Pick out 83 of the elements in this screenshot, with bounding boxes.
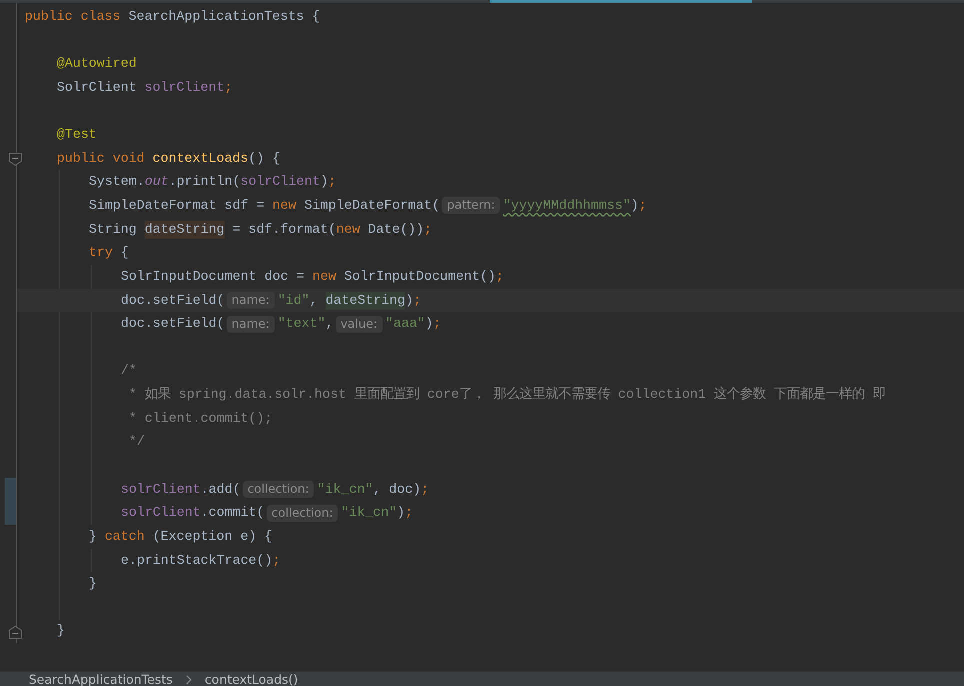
code-text: .add( [200, 480, 241, 499]
code-text: , [310, 292, 318, 310]
code-text: { [272, 150, 280, 168]
code-text: doc) [389, 480, 422, 499]
code-text: ) [630, 196, 639, 215]
code-text: ) [425, 315, 434, 334]
code-keyword: new [272, 196, 296, 215]
code-keyword: class [80, 8, 121, 26]
field-name: solrClient [144, 78, 225, 97]
code-semicolon: ; [424, 220, 432, 239]
breadcrumb-item[interactable]: contextLoads() [204, 672, 298, 686]
parameter-hint: pattern: [442, 197, 500, 214]
code-keyword: public [25, 8, 73, 26]
code-text: e.printStackTrace() [121, 552, 273, 570]
code-text: ) [320, 173, 328, 192]
chevron-icon [184, 675, 193, 685]
code-text: SimpleDateFormat( [304, 196, 440, 215]
code-text: } [89, 528, 97, 546]
code-text: , [326, 315, 334, 334]
code-text: ) [405, 292, 414, 310]
code-text: () [248, 150, 264, 168]
code-semicolon: ; [413, 292, 422, 310]
code-text: } [89, 575, 97, 594]
code-text: dateString [144, 220, 225, 239]
code-keyword: catch [104, 528, 145, 546]
code-text: .println( [168, 173, 241, 192]
string-literal: "ik_cn" [341, 504, 398, 522]
code-text: Date()) [368, 220, 424, 239]
string-literal: "id" [278, 292, 310, 310]
code-semicolon: ; [496, 268, 504, 286]
code-comment: * 如果 spring.data.solr.host 里面配置到 core了， 那么这里就不需要传 collection1 这个参数 下面都是一样的 即 [128, 386, 886, 404]
code-keyword: try [89, 244, 113, 262]
string-literal: "yyyyMMddhhmmss" [503, 196, 631, 215]
code-text: { [264, 528, 273, 546]
code-text: } [57, 622, 65, 640]
code-text: { [312, 8, 320, 26]
code-text: dateString [326, 292, 406, 310]
field-name: solrClient [121, 480, 201, 499]
string-literal: "aaa" [386, 315, 426, 334]
parameter-hint: collection: [266, 504, 338, 522]
string-literal: "ik_cn" [317, 480, 374, 499]
code-semicolon: ; [405, 504, 414, 522]
code-comment: /* [121, 362, 137, 380]
field-name: solrClient [240, 173, 320, 192]
code-text: SolrInputDocument() [344, 268, 496, 286]
code-semicolon: ; [272, 552, 281, 570]
code-text: (Exception e) [152, 528, 257, 546]
code-text: SearchApplicationTests [128, 8, 304, 26]
code-keyword: void [112, 150, 145, 168]
code-semicolon: ; [224, 78, 233, 97]
method-name: contextLoads [152, 150, 249, 168]
code-text: ) [397, 504, 406, 522]
code-text: SimpleDateFormat sdf = [89, 196, 265, 215]
field-name: solrClient [121, 504, 201, 522]
code-semicolon: ; [433, 315, 442, 334]
parameter-hint: collection: [242, 481, 314, 498]
static-field-name: out [144, 173, 169, 192]
code-text: String [89, 220, 137, 239]
fold-icon[interactable] [9, 152, 22, 166]
code-text: doc.setField( [121, 315, 225, 334]
code-text: SolrClient [57, 78, 137, 97]
code-text: doc.setField( [121, 292, 225, 310]
code-annotation: @Test [57, 126, 97, 144]
code-keyword: public [57, 150, 105, 168]
code-text: { [120, 244, 129, 262]
code-text: = sdf.format( [232, 220, 336, 239]
parameter-hint: name: [226, 316, 275, 333]
code-text: , [373, 480, 382, 499]
fold-icon[interactable] [9, 626, 22, 639]
code-annotation: @Autowired [57, 55, 137, 74]
code-comment: * client.commit(); [128, 410, 273, 428]
code-semicolon: ; [328, 173, 336, 192]
code-text: SolrInputDocument doc = [121, 268, 305, 286]
code-keyword: new [336, 220, 360, 239]
parameter-hint: name: [226, 292, 275, 309]
code-keyword: new [312, 268, 336, 286]
string-literal: "text" [278, 315, 326, 334]
code-semicolon: ; [421, 480, 430, 499]
code-comment: */ [128, 433, 145, 452]
code-text: System. [89, 173, 145, 192]
parameter-hint: value: [336, 316, 383, 333]
code-text: .commit( [200, 504, 265, 522]
code-semicolon: ; [638, 196, 647, 215]
